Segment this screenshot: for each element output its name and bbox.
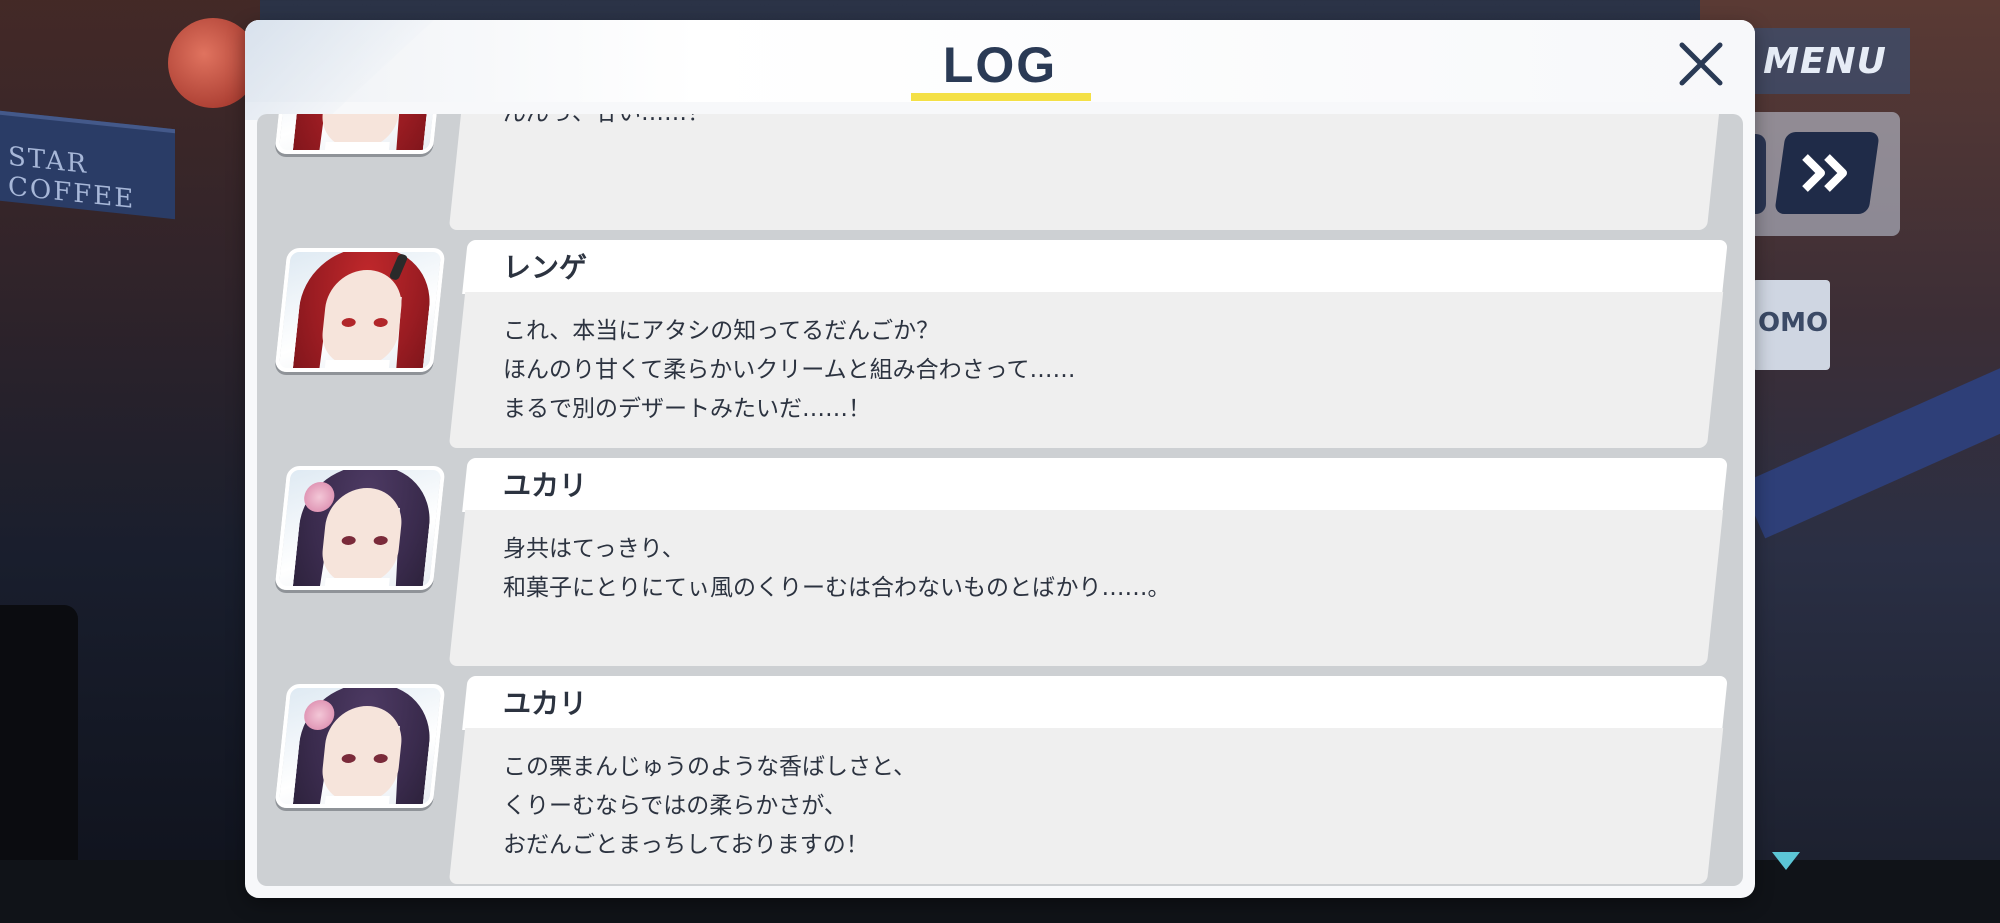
avatar-yukari	[274, 466, 446, 590]
message-line: まるで別のデザートみたいだ……！	[503, 396, 871, 422]
avatar-renge	[274, 114, 446, 154]
avatar-collar	[323, 796, 390, 808]
log-title: LOG	[942, 37, 1058, 93]
log-scroll-area[interactable]: んんっ、甘い……！ レンゲ これ、本当にアタシの知ってるだんごか？	[257, 114, 1743, 886]
menu-button[interactable]: MENU	[1740, 28, 1910, 94]
message-line: この栗まんじゅうのような香ばしさと、	[503, 754, 917, 780]
double-chevron-right-icon	[1802, 154, 1847, 192]
side-panel	[0, 605, 78, 885]
log-list: んんっ、甘い……！ レンゲ これ、本当にアタシの知ってるだんごか？	[257, 114, 1743, 886]
log-header: LOG	[245, 20, 1755, 120]
avatar-collar	[323, 142, 390, 154]
speaker-name: ユカリ	[503, 469, 588, 502]
message-line: 身共はてっきり、	[503, 536, 685, 562]
log-entry: レンゲ これ、本当にアタシの知ってるだんごか？ ほんのり甘くて柔らかいクリームと…	[257, 240, 1743, 450]
message-line: 和菓子にとりにてぃ風のくりーむは合わないものとばかり……。	[503, 575, 1171, 601]
shop-sign: STAR COFFEE	[0, 110, 175, 220]
title-underline	[911, 93, 1091, 101]
avatar-collar	[323, 360, 390, 372]
avatar-yukari	[274, 684, 446, 808]
message-line: おだんごとまっちしておりますの！	[503, 832, 869, 858]
right-shop-sign: OMO	[1752, 280, 1830, 370]
message-text: これ、本当にアタシの知ってるだんごか？ ほんのり甘くて柔らかいクリームと組み合わ…	[503, 312, 1683, 429]
message-line: ほんのり甘くて柔らかいクリームと組み合わさって……	[503, 357, 1076, 383]
message-line: くりーむならではの柔らかさが、	[503, 793, 847, 819]
message-text: んんっ、甘い……！	[503, 114, 1683, 133]
speaker-name: レンゲ	[503, 251, 588, 284]
close-button[interactable]	[1669, 32, 1733, 96]
speaker-name: ユカリ	[503, 687, 588, 720]
right-shop-sign-text: OMO	[1758, 308, 1829, 338]
fast-forward-button[interactable]	[1774, 132, 1880, 214]
avatar-collar	[323, 578, 390, 590]
speaker-name-bar	[462, 240, 1728, 294]
speaker-name-bar	[462, 458, 1728, 512]
avatar-renge	[274, 248, 446, 372]
log-dialog: LOG レンゲ これ、本当にアタシの知ってるだんごか？ ほんのり甘くて柔らかいク…	[245, 20, 1755, 898]
speaker-name-bar	[462, 676, 1728, 730]
log-entry: ユカリ この栗まんじゅうのような香ばしさと、 くりーむならではの柔らかさが、 お…	[257, 676, 1743, 886]
log-entry: ユカリ 身共はてっきり、 和菓子にとりにてぃ風のくりーむは合わないものとばかり……	[257, 458, 1743, 668]
message-text: 身共はてっきり、 和菓子にとりにてぃ風のくりーむは合わないものとばかり……。	[503, 530, 1683, 608]
message-line: これ、本当にアタシの知ってるだんごか？	[503, 318, 940, 344]
log-entry: んんっ、甘い……！	[257, 114, 1743, 232]
triangle-down-icon	[1772, 852, 1800, 870]
close-icon	[1679, 42, 1723, 86]
message-text: この栗まんじゅうのような香ばしさと、 くりーむならではの柔らかさが、 おだんごと…	[503, 748, 1683, 865]
message-line: んんっ、甘い……！	[503, 114, 1683, 133]
